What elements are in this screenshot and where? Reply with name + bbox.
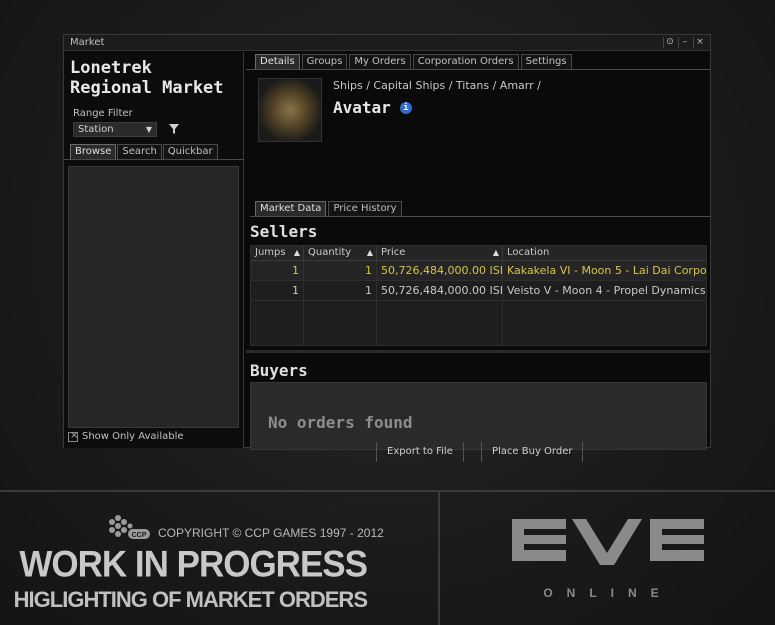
browse-tree[interactable] xyxy=(68,166,239,428)
footer-divider xyxy=(0,490,775,492)
range-filter-select[interactable]: Station ▼ xyxy=(73,122,157,137)
window-titlebar[interactable]: Market ⊙ – × xyxy=(64,35,710,51)
copyright-text: COPYRIGHT © CCP GAMES 1997 - 2012 xyxy=(158,526,384,540)
region-title: Lonetrek Regional Market xyxy=(70,58,224,98)
table-empty-area xyxy=(251,301,706,345)
tab-details[interactable]: Details xyxy=(255,54,300,69)
cell-location: Kakakela VI - Moon 5 - Lai Dai Corporati… xyxy=(507,264,706,277)
export-to-file-button[interactable]: Export to File xyxy=(376,442,464,462)
column-header-quantity[interactable]: Quantity ▲ xyxy=(304,246,377,260)
cell-quantity: 1 xyxy=(304,261,377,280)
breadcrumb[interactable]: Ships / Capital Ships / Titans / Amarr / xyxy=(333,79,541,92)
window-controls: ⊙ – × xyxy=(663,37,706,48)
close-icon[interactable]: × xyxy=(693,37,706,48)
eve-online-text: ONLINE xyxy=(543,586,672,600)
cell-jumps: 1 xyxy=(251,281,304,300)
market-tabs: Market Data Price History xyxy=(255,201,402,216)
right-panel: Details Groups My Orders Corporation Ord… xyxy=(246,52,711,462)
column-header-price[interactable]: Price ▲ xyxy=(377,246,503,260)
tab-groups[interactable]: Groups xyxy=(301,54,348,69)
ccp-logo: CCP xyxy=(109,515,150,539)
cell-price: 50,726,484,000.00 ISK xyxy=(377,281,503,300)
eve-online-logo: ONLINE xyxy=(512,519,704,600)
table-row[interactable]: 1 1 50,726,484,000.00 ISK Veisto V - Moo… xyxy=(251,281,706,301)
left-tabs: Browse Search Quickbar xyxy=(70,144,218,159)
table-row[interactable]: 1 1 50,726,484,000.00 ISK Kakakela VI - … xyxy=(251,261,706,281)
range-filter-value: Station xyxy=(78,124,114,135)
options-icon[interactable]: ⊙ xyxy=(663,37,676,48)
range-filter-label: Range Filter xyxy=(73,108,133,119)
tab-quickbar[interactable]: Quickbar xyxy=(162,144,218,159)
buyers-title: Buyers xyxy=(250,361,308,380)
sort-up-icon: ▲ xyxy=(366,248,373,257)
left-panel: Lonetrek Regional Market Range Filter St… xyxy=(64,52,244,448)
tab-my-orders[interactable]: My Orders xyxy=(349,54,411,69)
sort-up-icon: ▲ xyxy=(492,248,499,257)
show-only-available[interactable]: Show Only Available xyxy=(68,430,184,442)
subheadline: HIGLIGHTING OF MARKET ORDERS xyxy=(13,587,368,612)
tab-settings[interactable]: Settings xyxy=(520,54,572,69)
cell-jumps: 1 xyxy=(251,261,304,280)
tab-corporation-orders[interactable]: Corporation Orders xyxy=(412,54,519,69)
cell-quantity: 1 xyxy=(304,281,377,300)
filter-icon[interactable] xyxy=(168,122,180,136)
column-header-location[interactable]: Location xyxy=(503,246,706,260)
buyers-table: No orders found xyxy=(250,382,707,450)
sellers-title: Sellers xyxy=(250,222,318,241)
chevron-down-icon: ▼ xyxy=(145,125,152,134)
show-only-available-checkbox[interactable] xyxy=(68,430,78,442)
market-window: Market ⊙ – × Lonetrek Regional Market Ra… xyxy=(63,34,711,462)
divider xyxy=(250,216,711,217)
ccp-logo-text: CCP xyxy=(132,532,147,539)
no-orders-text: No orders found xyxy=(268,413,413,432)
item-title: Avatar i xyxy=(333,98,412,117)
item-name: Avatar xyxy=(333,98,391,117)
cell-price: 50,726,484,000.00 ISK xyxy=(377,261,503,280)
window-title: Market xyxy=(70,37,105,48)
headline: WORK IN PROGRESS xyxy=(19,544,368,585)
section-divider[interactable] xyxy=(246,350,711,353)
table-header: Jumps ▲ Quantity ▲ Price ▲ Location xyxy=(251,246,706,261)
footer-vertical-divider xyxy=(438,492,440,625)
detail-tabs: Details Groups My Orders Corporation Ord… xyxy=(255,54,572,69)
sort-up-icon: ▲ xyxy=(293,248,300,257)
tab-price-history[interactable]: Price History xyxy=(328,201,402,216)
tab-search[interactable]: Search xyxy=(117,144,162,159)
divider xyxy=(64,159,244,160)
tab-market-data[interactable]: Market Data xyxy=(255,201,327,216)
show-only-available-label: Show Only Available xyxy=(82,431,184,442)
sellers-table: Jumps ▲ Quantity ▲ Price ▲ Location 1 1 50,… xyxy=(250,245,707,346)
info-icon[interactable]: i xyxy=(399,101,412,114)
cell-location: Veisto V - Moon 4 - Propel Dynamics xyxy=(507,284,706,297)
divider xyxy=(246,69,711,70)
minimize-icon[interactable]: – xyxy=(678,37,691,48)
column-header-jumps[interactable]: Jumps ▲ xyxy=(251,246,304,260)
tab-browse[interactable]: Browse xyxy=(70,144,117,159)
place-buy-order-button[interactable]: Place Buy Order xyxy=(481,442,584,462)
ship-image[interactable] xyxy=(258,78,322,142)
